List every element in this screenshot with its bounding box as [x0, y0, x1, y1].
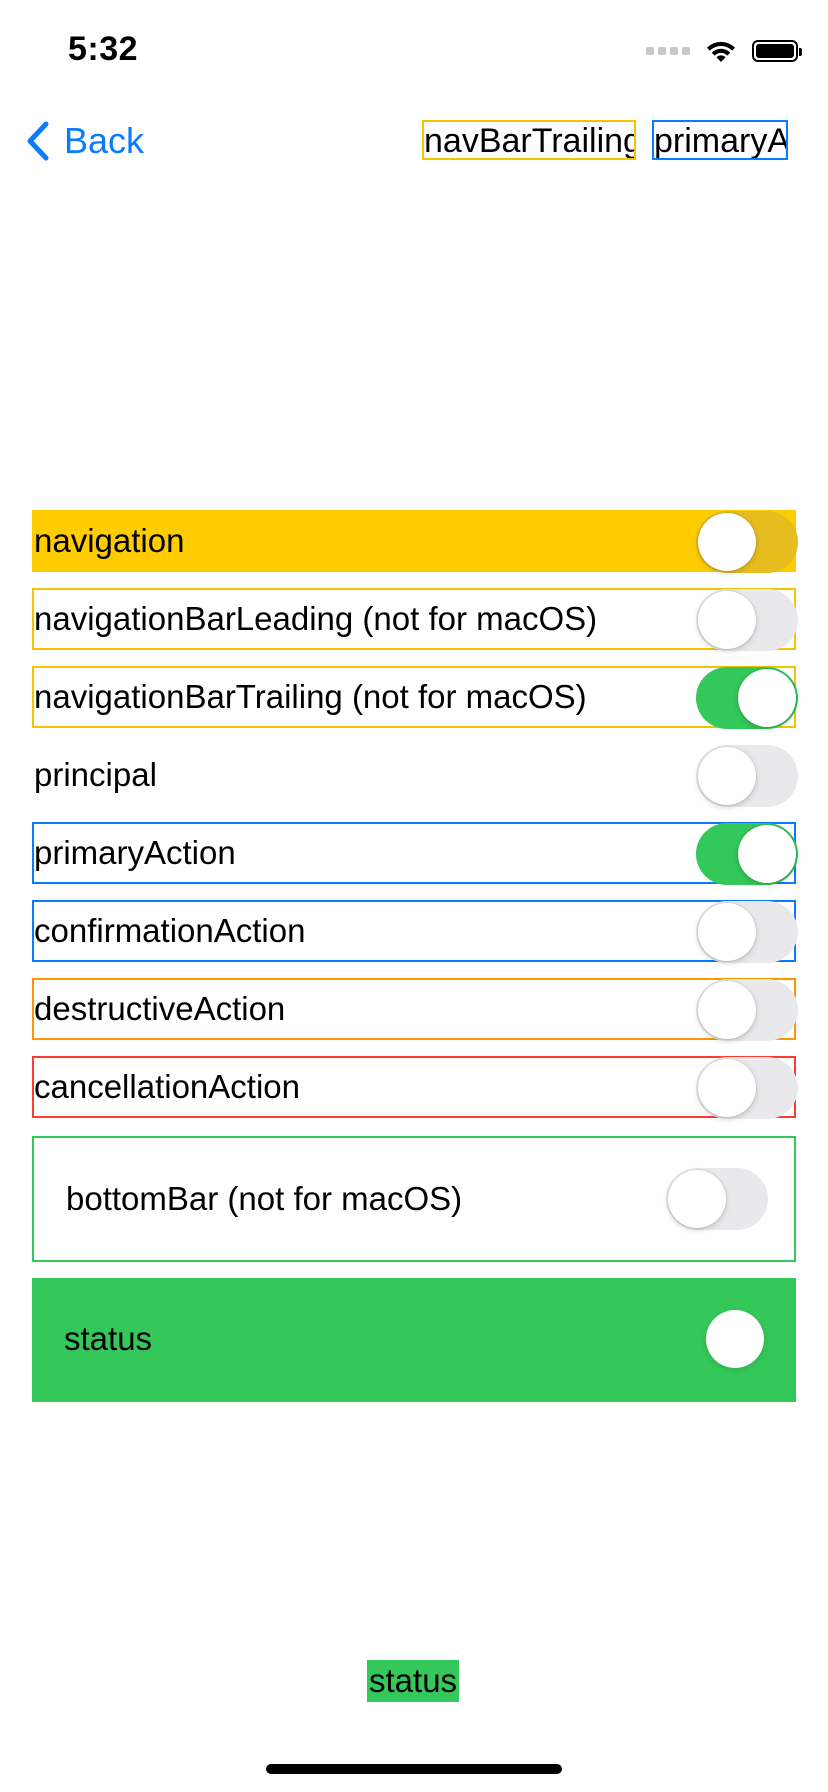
toggle-row-navigation-bar-leading: navigationBarLeading (not for macOS) [32, 588, 798, 651]
battery-icon [752, 40, 802, 62]
toggle-label: principal [34, 756, 157, 793]
back-button[interactable]: Back [24, 120, 144, 162]
toggle-label: primaryAction [34, 834, 236, 871]
back-button-label: Back [64, 120, 145, 161]
toggle-label: navigation [34, 522, 185, 559]
cancellation-action-toggle[interactable] [696, 1057, 798, 1119]
toggle-label: navigationBarLeading (not for macOS) [34, 600, 598, 637]
toggle-row-status: status [32, 1278, 796, 1402]
toggle-row-cancellation-action: cancellationAction [32, 1056, 798, 1119]
toggle-row-destructive-action: destructiveAction [32, 978, 798, 1041]
toggle-row-primary-action: primaryAction [32, 822, 798, 885]
status-icons [646, 36, 802, 66]
toggle-row-navigation: navigation [32, 510, 798, 573]
navigation-bar: Back navBarTrailing primaryA [0, 96, 828, 188]
destructive-action-toggle[interactable] [696, 979, 798, 1041]
toggle-label: status [64, 1320, 153, 1357]
toggle-label: cancellationAction [34, 1068, 300, 1105]
toggle-label: navigationBarTrailing (not for macOS) [34, 678, 587, 715]
wifi-icon [707, 41, 735, 62]
navigation-bar-trailing-toggle[interactable] [696, 667, 798, 729]
status-bar: 5:32 [0, 0, 828, 96]
toggle-row-bottom-bar: bottomBar (not for macOS) [32, 1136, 796, 1262]
chevron-left-icon [27, 121, 49, 161]
toggle-row-confirmation-action: confirmationAction [32, 900, 798, 963]
home-indicator[interactable] [266, 1764, 562, 1774]
principal-toggle[interactable] [696, 745, 798, 807]
toggle-row-principal: principal [32, 744, 798, 807]
status-toolbar-item[interactable]: status [367, 1660, 460, 1702]
cellular-signal-icon [646, 47, 690, 55]
toggle-label: confirmationAction [34, 912, 306, 949]
primary-action-item[interactable]: primaryA [652, 120, 788, 160]
bottom-bar-toggle[interactable] [666, 1168, 768, 1230]
status-time: 5:32 [68, 30, 139, 68]
status-toggle[interactable] [664, 1308, 766, 1370]
navigation-bar-leading-toggle[interactable] [696, 589, 798, 651]
nav-bar-trailing-item[interactable]: navBarTrailing [422, 120, 636, 160]
toggle-row-navigation-bar-trailing: navigationBarTrailing (not for macOS) [32, 666, 798, 729]
placement-toggle-list: navigation navigationBarLeading (not for… [32, 510, 798, 1134]
navigation-toggle[interactable] [696, 511, 798, 573]
toggle-label: destructiveAction [34, 990, 286, 1027]
confirmation-action-toggle[interactable] [696, 901, 798, 963]
primary-action-toggle[interactable] [696, 823, 798, 885]
toggle-label: bottomBar (not for macOS) [66, 1180, 463, 1217]
